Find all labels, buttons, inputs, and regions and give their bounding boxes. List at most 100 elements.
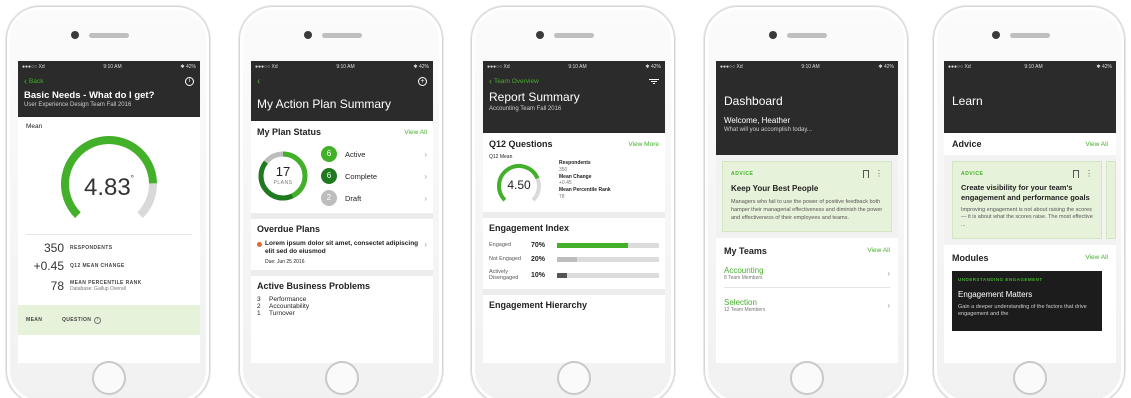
home-button[interactable] [557, 361, 591, 395]
more-vertical-icon[interactable]: ⋮ [1085, 170, 1093, 178]
section-title: Engagement Hierarchy [489, 300, 588, 310]
advice-card[interactable]: ADVICE ⋮ Create visibility for your team… [952, 161, 1102, 239]
team-row-accounting[interactable]: Accounting 8 Team Members › [724, 266, 890, 288]
view-all-link[interactable]: View All [867, 247, 890, 254]
phone-frame-4: ●●●○○ Xd 9:10 AM ✱ 42% Dashboard Welcome… [704, 6, 908, 398]
plans-label: PLANS [273, 180, 293, 186]
header: Learn [944, 73, 1116, 133]
problem-count: 3 [257, 295, 261, 303]
status-active-row[interactable]: 6 Active › [321, 143, 427, 165]
back-chevron-icon[interactable]: ‹ [257, 76, 260, 87]
q12-details: Respondents 350 Mean Change +0.45 Mean P… [559, 160, 611, 201]
battery-label: ✱ 42% [1096, 64, 1112, 70]
filter-icon[interactable] [649, 78, 659, 85]
status-bar: ●●●○○ Xd 9:10 AM ✱ 42% [483, 61, 665, 73]
stat-label: Q12 MEAN CHANGE [70, 263, 125, 269]
header: ‹ Team Overview Report Summary Accountin… [483, 73, 665, 133]
total-plans: 17 [275, 164, 291, 179]
advice-tag: ADVICE [961, 171, 984, 177]
section-title: My Teams [724, 245, 767, 256]
home-button[interactable] [92, 361, 126, 395]
problem-item[interactable]: 3 Performance [257, 296, 427, 303]
bar-track [557, 242, 659, 248]
view-all-link[interactable]: View All [404, 129, 427, 136]
home-button[interactable] [1013, 361, 1047, 395]
detail-label: Mean Change [559, 173, 592, 180]
section-title: My Plan Status [257, 127, 322, 137]
page-title: My Action Plan Summary [257, 97, 392, 111]
status-complete-row[interactable]: 6 Complete › [321, 165, 427, 187]
page-title: Dashboard [724, 94, 783, 108]
overdue-plan-item[interactable]: Lorem ipsum dolor sit amet, consectet ad… [257, 240, 427, 265]
bookmark-icon[interactable] [863, 170, 869, 178]
card-body: Managers who fail to use the power of po… [731, 199, 883, 221]
team-members: 8 Team Members [724, 274, 763, 281]
info-icon[interactable]: i [94, 316, 102, 324]
detail-label: Mean Percentile Rank [559, 187, 611, 193]
header: Dashboard Welcome, Heather What will you… [716, 73, 898, 155]
bar-percent: 20% [531, 255, 546, 263]
back-label: Back [29, 77, 44, 85]
status-draft-row[interactable]: 2 Draft › [321, 187, 427, 209]
active-count: 6 [321, 146, 337, 162]
team-name: Accounting [724, 265, 764, 275]
bar-fill [557, 272, 568, 278]
status-label: Active [345, 149, 366, 159]
carrier-label: ●●●○○ Xd [720, 64, 743, 70]
next-card-peek[interactable] [1106, 161, 1116, 239]
module-body: Gain a deeper understanding of the facto… [958, 303, 1087, 317]
page-title: Basic Needs - What do I get? [24, 90, 155, 101]
problem-item[interactable]: 2 Accountability [257, 303, 427, 310]
advice-card[interactable]: ADVICE ⋮ Keep Your Best People Managers … [722, 161, 892, 232]
problem-item[interactable]: 1 Turnover [257, 310, 427, 317]
header: ‹ + My Action Plan Summary [251, 73, 433, 121]
chevron-right-icon: › [424, 149, 427, 159]
chevron-left-icon: ‹ [24, 76, 27, 86]
more-vertical-icon[interactable]: ⋮ [875, 170, 883, 178]
detail-value: 350 [559, 166, 568, 173]
home-button[interactable] [790, 361, 824, 395]
bar-track [557, 256, 659, 262]
detail-label: Respondents [559, 160, 591, 166]
stat-label: RESPONDENTS [70, 245, 113, 251]
bookmark-icon[interactable] [1073, 170, 1079, 178]
advice-tag: ADVICE [731, 171, 754, 177]
status-bar: ●●●○○ Xd 9:10 AM ✱ 42% [251, 61, 433, 73]
back-label: Team Overview [494, 77, 539, 85]
section-title: Advice [952, 139, 982, 149]
info-icon[interactable]: i [185, 76, 194, 86]
chevron-right-icon: › [424, 240, 427, 249]
carrier-label: ●●●○○ Xd [22, 64, 45, 70]
bar-not-engaged: Not Engaged 20% [489, 252, 659, 266]
stat-mean-change: +0.45 Q12 MEAN CHANGE [18, 257, 200, 275]
chevron-right-icon: › [424, 171, 427, 181]
module-title: Engagement Matters [958, 289, 1033, 299]
camera [992, 31, 1000, 39]
team-row-selection[interactable]: Selection 12 Team Members › [724, 298, 890, 313]
prompt-text: What will you accomplish today... [724, 127, 812, 133]
camera [769, 31, 777, 39]
view-all-link[interactable]: View All [1085, 254, 1108, 261]
module-tag: UNDERSTANDING ENGAGEMENT [958, 276, 1043, 282]
phone-frame-1: ●●●○○ Xd 9:10 AM ✱ 42% ‹ Back i Basic Ne… [6, 6, 210, 398]
back-button[interactable]: ‹ Back [24, 76, 43, 86]
bar-track [557, 272, 659, 278]
phone-frame-5: ●●●○○ Xd 9:10 AM ✱ 42% Learn Advice View… [933, 6, 1125, 398]
footer-question-label: QUESTION [62, 317, 92, 323]
card-title: Create visibility for your team's engage… [961, 183, 1090, 202]
phone-frame-3: ●●●○○ Xd 9:10 AM ✱ 42% ‹ Team Overview R… [471, 6, 675, 398]
battery-label: ✱ 42% [645, 64, 661, 70]
chevron-left-icon: ‹ [489, 76, 492, 86]
module-card[interactable]: UNDERSTANDING ENGAGEMENT Engagement Matt… [952, 270, 1102, 331]
add-icon[interactable]: + [418, 77, 427, 86]
mean-label: Mean [26, 123, 43, 130]
advice-carousel: ADVICE ⋮ Create visibility for your team… [944, 155, 1116, 245]
back-button[interactable]: ‹ Team Overview [489, 76, 539, 86]
home-button[interactable] [325, 361, 359, 395]
clock-label: 9:10 AM [801, 64, 820, 70]
speaker [322, 33, 362, 38]
view-more-link[interactable]: View More [628, 141, 659, 148]
view-all-link[interactable]: View All [1085, 141, 1108, 148]
header: ‹ Back i Basic Needs - What do I get? Us… [18, 73, 200, 117]
footer-mean-label: MEAN [26, 317, 43, 323]
